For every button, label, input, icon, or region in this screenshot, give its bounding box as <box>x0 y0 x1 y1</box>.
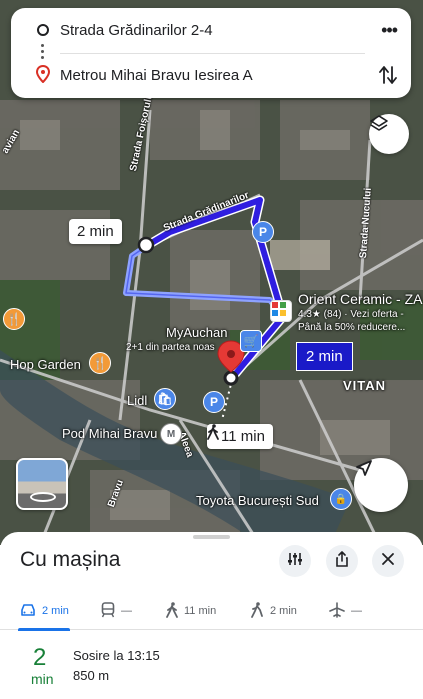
tab-flight-label: — <box>351 605 362 617</box>
place-orient-promo: Până la 50% reducere... <box>298 322 406 333</box>
destination-field[interactable]: Metrou Mihai Bravu Iesirea A <box>11 53 411 98</box>
flight-icon <box>329 601 345 621</box>
shopping-bag-icon[interactable]: 🛍 <box>154 388 176 410</box>
tab-walking-label: 11 min <box>184 605 217 617</box>
share-button[interactable] <box>326 545 358 577</box>
walk-time-label: 11 min <box>221 428 265 445</box>
close-icon <box>381 552 395 571</box>
place-pod-mihai-bravu[interactable]: Pod Mihai Bravu <box>62 426 157 441</box>
origin-text: Strada Grădinarilor 2-4 <box>60 22 213 39</box>
origin-field[interactable]: Strada Grădinarilor 2-4 <box>11 8 411 53</box>
layers-button[interactable] <box>369 114 409 154</box>
directions-sheet: Cu mașina 2 min — 11 min 2 min — 2 min S… <box>0 532 423 699</box>
tab-transit-label: — <box>121 605 132 617</box>
orient-ceramic-icon[interactable] <box>270 300 292 322</box>
active-tab-indicator <box>18 628 70 631</box>
tab-driving-label: 2 min <box>42 605 69 617</box>
tab-driving[interactable]: 2 min <box>20 592 69 630</box>
metro-icon[interactable]: M <box>160 423 182 445</box>
street-view-icon <box>30 492 56 502</box>
car-icon <box>20 603 36 620</box>
sheet-grabber[interactable] <box>193 535 230 539</box>
tune-icon <box>287 551 303 572</box>
walk-time-bubble[interactable]: 11 min <box>207 424 273 449</box>
tab-transit[interactable]: — <box>101 592 132 630</box>
share-icon <box>334 550 350 572</box>
cycle-icon <box>250 601 264 621</box>
place-hop-garden[interactable]: Hop Garden <box>10 357 81 372</box>
car-dealer-icon[interactable]: 🔒 <box>330 488 352 510</box>
parking-icon[interactable]: P <box>203 391 225 413</box>
place-myauchan-sub: 2+1 din partea noas <box>126 342 215 353</box>
place-orient-rating: 4.3★ (84) · Vezi oferta - <box>298 309 404 320</box>
area-vitan: VITAN <box>343 378 387 393</box>
drive-time-bubble[interactable]: 2 min <box>69 219 122 244</box>
tab-ride[interactable]: 2 min <box>250 592 297 630</box>
place-orient-ceramic[interactable]: Orient Ceramic - ZA <box>298 291 422 307</box>
close-button[interactable] <box>372 545 404 577</box>
restaurant-icon[interactable]: 🍴 <box>3 308 25 330</box>
parking-icon[interactable]: P <box>252 221 274 243</box>
sheet-title: Cu mașina <box>20 548 121 571</box>
my-location-button[interactable] <box>354 458 408 512</box>
route-duration: 2 <box>33 644 47 671</box>
route-options-button[interactable] <box>279 545 311 577</box>
route-arrival: Sosire la 13:15 <box>73 648 160 663</box>
destination-text: Metrou Mihai Bravu Iesirea A <box>60 67 253 84</box>
shopping-cart-icon[interactable]: 🛒 <box>240 330 262 352</box>
place-myauchan[interactable]: MyAuchan <box>166 325 227 340</box>
place-toyota[interactable]: Toyota București Sud <box>196 493 319 508</box>
street-view-thumbnail[interactable] <box>16 458 68 510</box>
walk-icon <box>166 601 178 621</box>
tab-walking[interactable]: 11 min <box>166 592 216 630</box>
travel-mode-tabs: 2 min — 11 min 2 min — <box>0 592 423 631</box>
more-horiz-icon[interactable]: ••• <box>381 20 398 41</box>
directions-card: Strada Grădinarilor 2-4 Metrou Mihai Bra… <box>11 8 411 98</box>
route-duration-unit: min <box>31 671 54 687</box>
alt-route-bubble[interactable]: 2 min <box>296 342 353 371</box>
tab-flight[interactable]: — <box>329 592 362 630</box>
tab-ride-label: 2 min <box>270 605 297 617</box>
transit-icon <box>101 601 115 621</box>
route-distance: 850 m <box>73 668 110 683</box>
swap-vertical-icon[interactable] <box>379 65 397 90</box>
place-lidl[interactable]: Lidl <box>127 393 147 408</box>
restaurant-icon[interactable]: 🍴 <box>89 352 111 374</box>
